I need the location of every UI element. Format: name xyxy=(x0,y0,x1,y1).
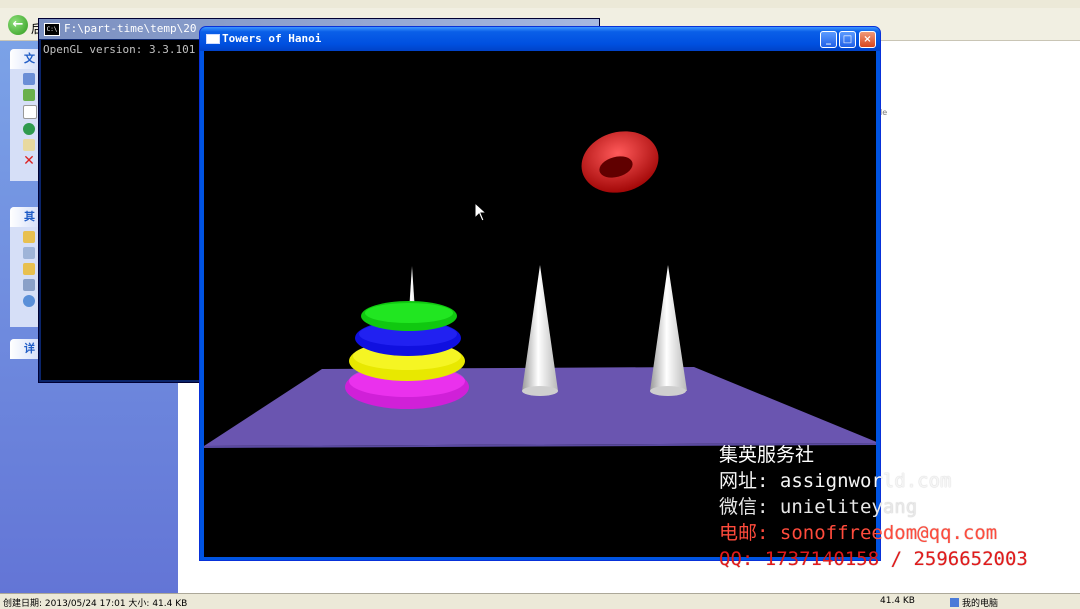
minimize-button[interactable]: _ xyxy=(820,31,837,48)
status-size: 41.4 KB xyxy=(880,596,915,606)
watermark-line: 网址: assignworld.com xyxy=(719,470,952,492)
close-button[interactable]: × xyxy=(859,31,876,48)
email-icon[interactable] xyxy=(23,139,35,151)
hanoi-title: Towers of Hanoi xyxy=(222,32,322,45)
rename-icon[interactable] xyxy=(23,73,35,85)
computer-icon[interactable] xyxy=(23,279,35,291)
window-icon xyxy=(206,34,220,44)
folder-icon[interactable] xyxy=(23,231,35,243)
watermark-line: 电邮: sonoffreedom@qq.com xyxy=(719,522,998,544)
documents-icon[interactable] xyxy=(23,247,35,259)
watermark: 集英服务社 网址: assignworld.com 微信: unieliteya… xyxy=(719,442,1028,572)
network-icon[interactable] xyxy=(23,295,35,307)
shared-folder-icon[interactable] xyxy=(23,263,35,275)
back-arrow-icon[interactable]: ← xyxy=(8,15,28,35)
watermark-line: 微信: unieliteyang xyxy=(719,496,918,518)
watermark-line: QQ: 1737140158 / 2596652003 xyxy=(719,548,1028,570)
watermark-line: 集英服务社 xyxy=(719,444,815,466)
move-icon[interactable] xyxy=(23,89,35,101)
peg-middle xyxy=(522,265,558,391)
status-location: 我的电脑 xyxy=(950,596,998,609)
copy-icon[interactable] xyxy=(23,105,37,119)
console-icon: C:\ xyxy=(44,23,60,36)
console-title: F:\part-time\temp\20 xyxy=(64,22,197,35)
hanoi-title-bar[interactable]: Towers of Hanoi _ □ × xyxy=(200,27,880,51)
maximize-button[interactable]: □ xyxy=(839,31,856,48)
web-publish-icon[interactable] xyxy=(23,123,35,135)
console-line: OpenGL version: 3.3.101 xyxy=(43,43,196,56)
status-file-info: 创建日期: 2013/05/24 17:01 大小: 41.4 KB xyxy=(3,599,188,609)
my-computer-icon xyxy=(950,598,959,607)
delete-icon[interactable]: ✕ xyxy=(23,154,35,168)
file-list-fragment: le xyxy=(880,108,888,117)
mouse-cursor-icon xyxy=(474,202,486,222)
peg-right xyxy=(650,265,687,391)
status-bar: 创建日期: 2013/05/24 17:01 大小: 41.4 KB 41.4 … xyxy=(0,593,1080,609)
